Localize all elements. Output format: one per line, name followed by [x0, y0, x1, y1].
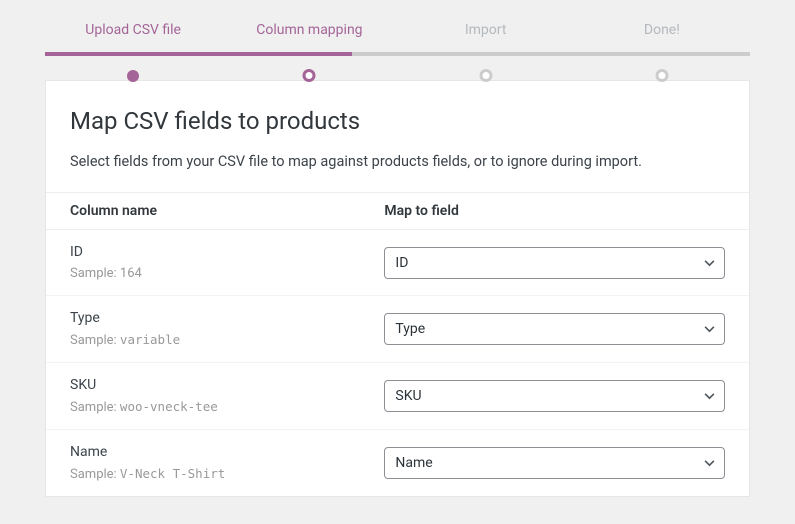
select-value[interactable]: Name: [384, 447, 725, 479]
map-field-select[interactable]: ID: [384, 247, 725, 279]
select-value[interactable]: ID: [384, 247, 725, 279]
step-dot-icon: [303, 69, 316, 82]
step-import: Import: [398, 22, 574, 52]
stepper-track-fill: [45, 52, 352, 56]
header-map-to-field: Map to field: [384, 203, 725, 219]
table-row: Name Sample: V-Neck T-Shirt Name: [46, 430, 749, 496]
table-row: SKU Sample: woo-vneck-tee SKU: [46, 363, 749, 430]
step-dot-icon: [655, 69, 668, 82]
column-sample: Sample: 164: [70, 266, 384, 281]
step-label: Upload CSV file: [45, 22, 221, 38]
progress-stepper: Upload CSV file Column mapping Import Do…: [45, 0, 750, 80]
column-name-label: Type: [70, 310, 384, 326]
step-label: Done!: [574, 22, 750, 38]
select-value[interactable]: Type: [384, 313, 725, 345]
map-field-select[interactable]: SKU: [384, 380, 725, 412]
step-label: Column mapping: [221, 22, 397, 38]
mapping-card: Map CSV fields to products Select fields…: [45, 80, 750, 497]
select-value[interactable]: SKU: [384, 380, 725, 412]
table-row: Type Sample: variable Type: [46, 296, 749, 363]
step-upload-csv[interactable]: Upload CSV file: [45, 22, 221, 52]
column-sample: Sample: V-Neck T-Shirt: [70, 466, 384, 482]
column-sample: Sample: woo-vneck-tee: [70, 399, 384, 415]
step-dot-icon: [127, 70, 139, 82]
mapping-table-header: Column name Map to field: [46, 192, 749, 230]
map-field-select[interactable]: Type: [384, 313, 725, 345]
step-done: Done!: [574, 22, 750, 52]
map-field-select[interactable]: Name: [384, 447, 725, 479]
step-column-mapping[interactable]: Column mapping: [221, 22, 397, 52]
column-name-label: Name: [70, 444, 384, 460]
table-row: ID Sample: 164 ID: [46, 230, 749, 296]
header-column-name: Column name: [70, 203, 384, 219]
step-label: Import: [398, 22, 574, 38]
column-sample: Sample: variable: [70, 332, 384, 348]
column-name-label: SKU: [70, 377, 384, 393]
column-name-label: ID: [70, 244, 384, 260]
page-description: Select fields from your CSV file to map …: [70, 153, 725, 170]
step-dot-icon: [479, 69, 492, 82]
page-title: Map CSV fields to products: [70, 107, 725, 135]
